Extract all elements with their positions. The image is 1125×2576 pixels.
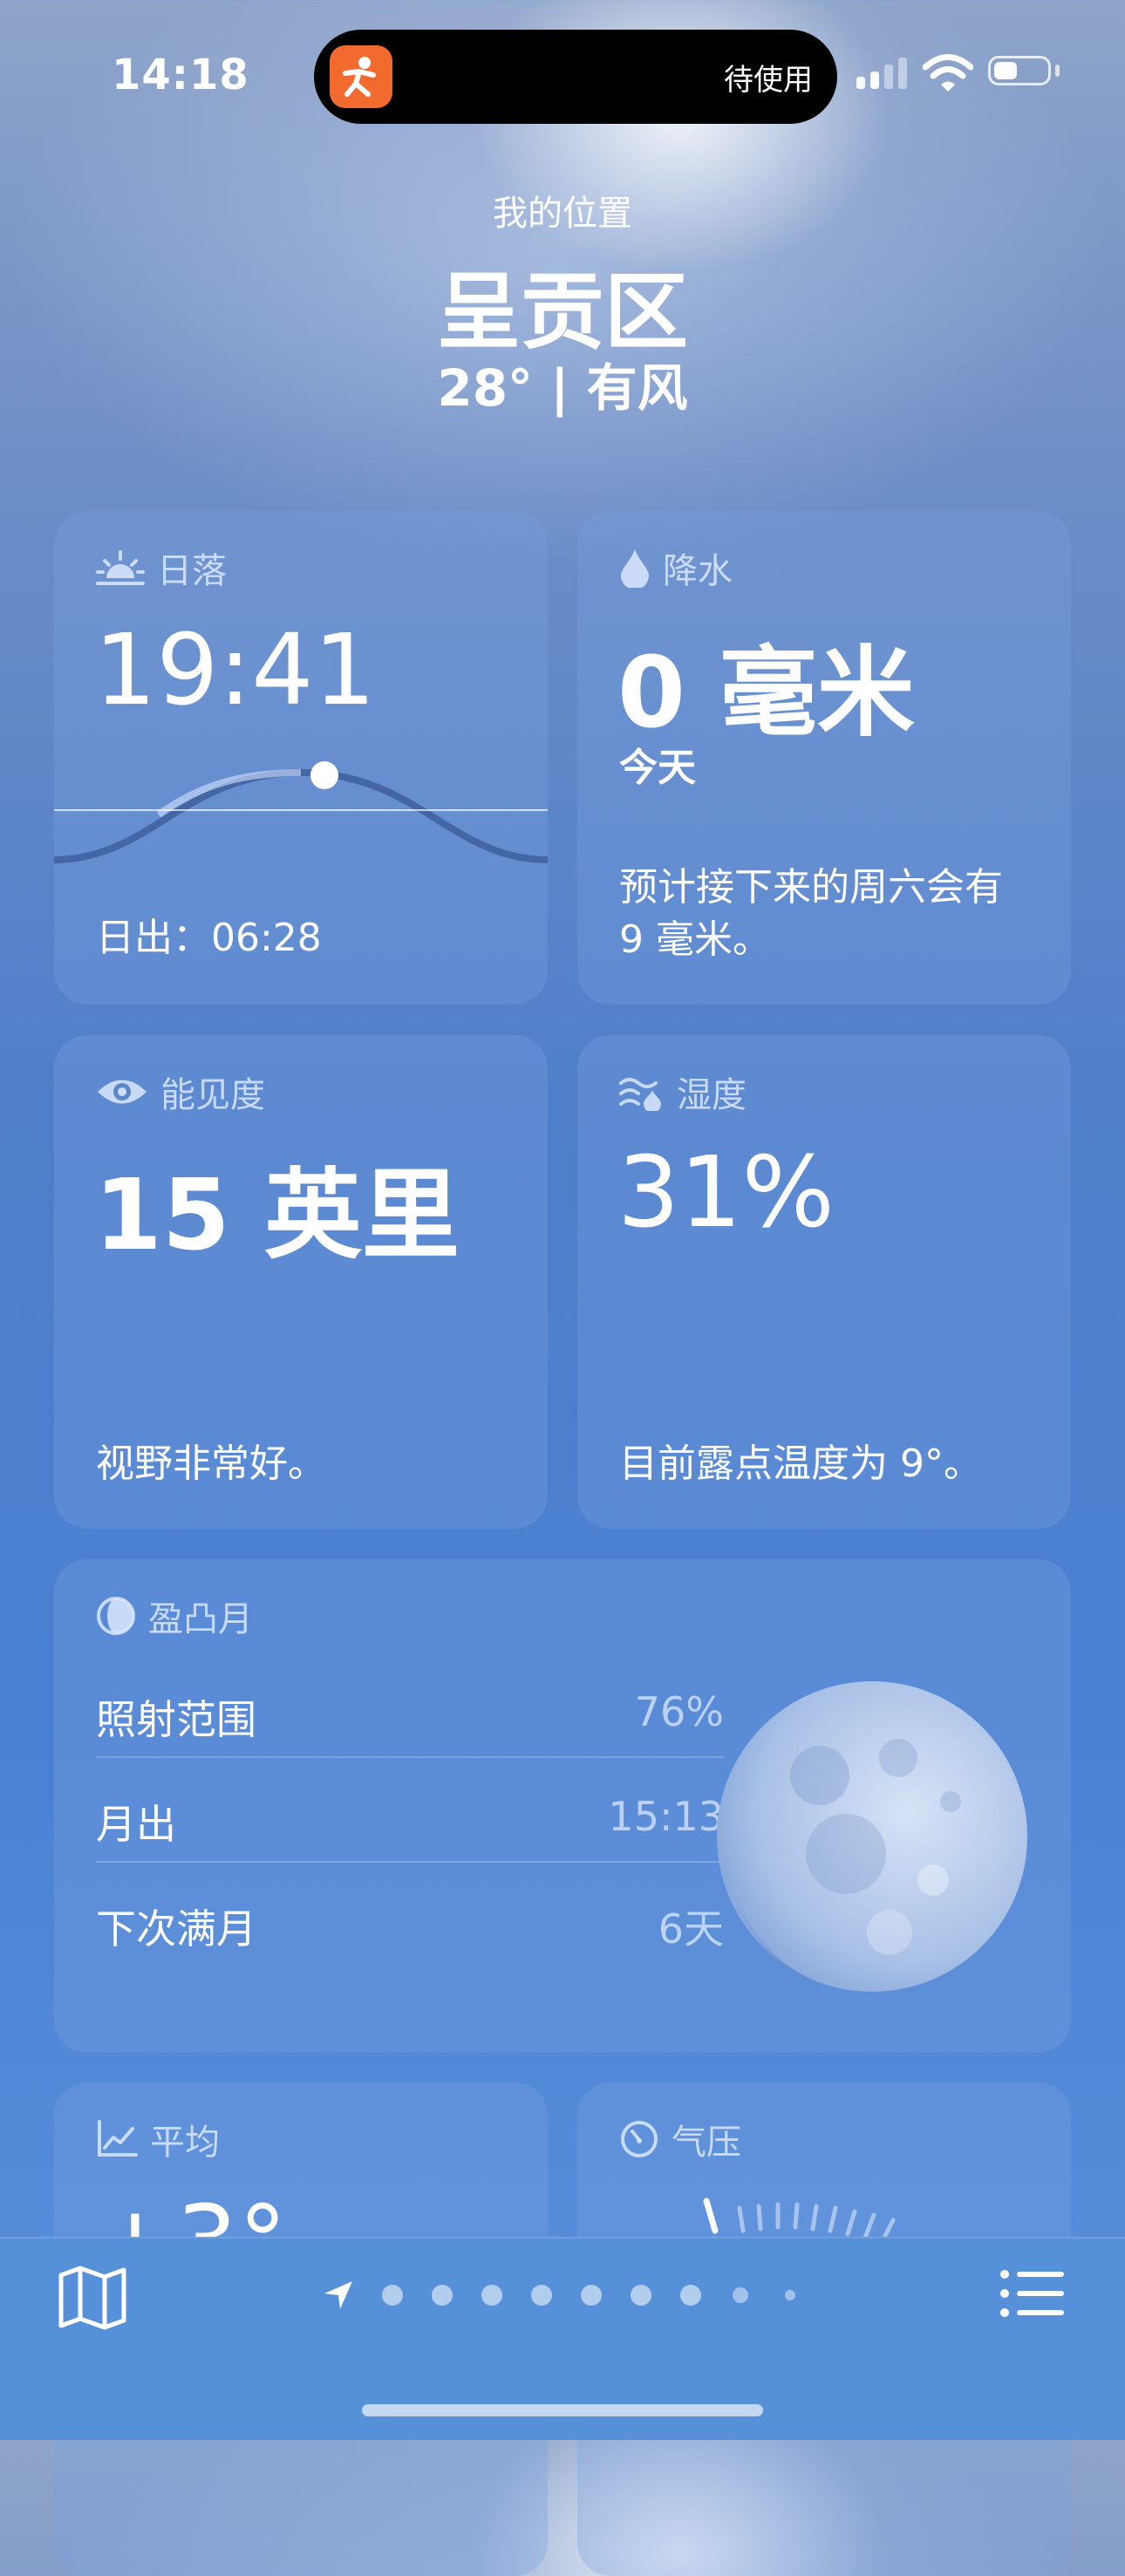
pressure-card-header: 气压 — [619, 2114, 741, 2164]
visibility-title: 能见度 — [160, 1075, 265, 1115]
average-card-header: 平均 — [96, 2114, 220, 2164]
humidity-card[interactable]: 湿度 31% 目前露点温度为 9°。 — [577, 1035, 1071, 1529]
map-button[interactable] — [58, 2265, 127, 2331]
page-dot[interactable] — [680, 2285, 701, 2306]
moon-image — [717, 1681, 1027, 1992]
average-title: 平均 — [150, 2123, 220, 2163]
dew-point-note: 目前露点温度为 9°。 — [619, 1441, 982, 1486]
battery-cap — [1055, 65, 1060, 77]
sun-path-graph — [54, 761, 548, 863]
sunset-title: 日落 — [157, 551, 227, 591]
page-dot[interactable] — [481, 2285, 502, 2306]
wifi-icon — [923, 54, 973, 92]
home-indicator[interactable] — [362, 2404, 763, 2416]
cellular-signal-icon — [856, 58, 907, 89]
battery-icon — [988, 56, 1051, 85]
moon-row-label: 下次满月 — [96, 1905, 256, 1952]
pressure-title: 气压 — [672, 2123, 741, 2163]
sunset-card[interactable]: 日落 19:41 日出：06:28 — [54, 511, 548, 1005]
dynamic-island[interactable]: 待使用 — [314, 30, 837, 124]
moon-row-illumination: 照射范围 76% — [96, 1653, 724, 1758]
precipitation-period: 今天 — [619, 746, 696, 790]
moon-card[interactable]: 盈凸月 照射范围 76% 月出 15:13 下次满月 6天 — [54, 1559, 1071, 2053]
walking-person-icon — [343, 57, 376, 97]
precipitation-card[interactable]: 降水 0 毫米 今天 预计接下来的周六会有 9 毫米。 — [577, 511, 1071, 1005]
eye-icon — [98, 1080, 147, 1104]
moon-phase-icon — [97, 1597, 135, 1635]
sunset-icon — [96, 550, 145, 585]
precipitation-title: 降水 — [663, 551, 733, 591]
page-dot[interactable] — [382, 2285, 403, 2306]
precipitation-forecast: 预计接下来的周六会有 9 毫米。 — [619, 865, 1003, 962]
page-dot[interactable] — [432, 2285, 453, 2306]
sunrise-time: 日出：06:28 — [96, 916, 322, 960]
page-dot[interactable] — [785, 2290, 795, 2300]
moon-row-value: 15:13 — [608, 1793, 724, 1840]
precipitation-card-header: 降水 — [619, 542, 733, 593]
gauge-icon — [621, 2121, 658, 2157]
moon-row-value: 6天 — [658, 1905, 724, 1952]
status-time: 14:18 — [112, 51, 249, 99]
trend-chart-icon — [98, 2120, 138, 2157]
moon-title: 盈凸月 — [148, 1599, 253, 1639]
humidity-card-header: 湿度 — [619, 1067, 747, 1117]
page-dot[interactable] — [581, 2285, 602, 2306]
moon-row-label: 照射范围 — [96, 1696, 256, 1743]
sunset-card-header: 日落 — [96, 542, 227, 593]
visibility-card-header: 能见度 — [96, 1067, 265, 1117]
moon-row-value: 76% — [634, 1688, 724, 1735]
precipitation-amount: 0 毫米 — [617, 637, 915, 750]
moon-row-label: 月出 — [96, 1801, 176, 1848]
location-label: 我的位置 — [493, 194, 632, 234]
raindrop-icon — [621, 549, 649, 588]
page-dot[interactable] — [631, 2285, 651, 2306]
visibility-note: 视野非常好。 — [96, 1441, 326, 1486]
moon-row-moonrise: 月出 15:13 — [96, 1758, 724, 1863]
moon-row-next-full-moon: 下次满月 6天 — [96, 1863, 724, 1967]
humidity-value: 31% — [617, 1136, 835, 1250]
visibility-value: 15 英里 — [94, 1159, 460, 1272]
location-arrow-icon[interactable] — [321, 2278, 356, 2313]
humidity-title: 湿度 — [677, 1075, 747, 1115]
list-menu-button[interactable] — [999, 2267, 1066, 2320]
page-dot[interactable] — [733, 2287, 748, 2303]
moon-card-header: 盈凸月 — [96, 1591, 253, 1641]
island-status-text: 待使用 — [724, 63, 813, 98]
humidity-icon — [619, 1078, 661, 1111]
visibility-card[interactable]: 能见度 15 英里 视野非常好。 — [54, 1035, 548, 1529]
sunset-time: 19:41 — [94, 614, 376, 727]
weather-summary: 28° | 有风 — [437, 358, 688, 418]
page-dot[interactable] — [531, 2285, 552, 2306]
app-icon[interactable] — [330, 45, 392, 108]
